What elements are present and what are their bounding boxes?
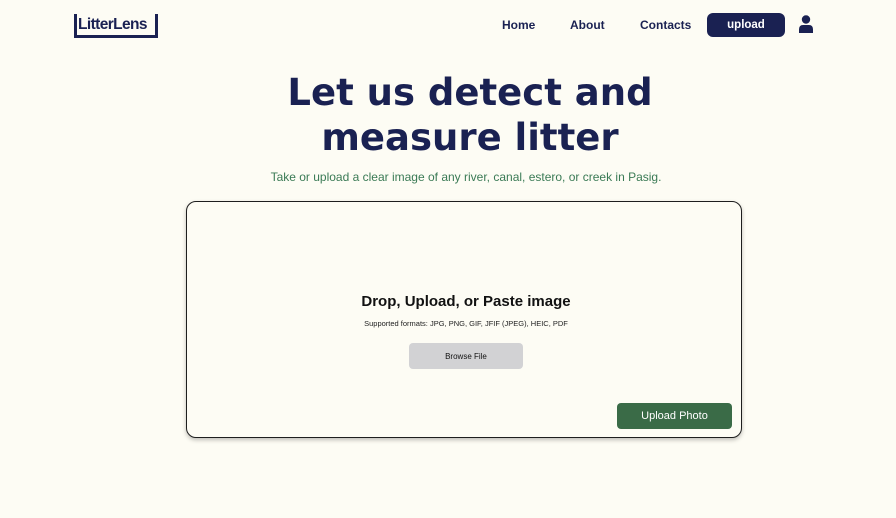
user-icon[interactable] [798, 15, 814, 33]
hero-title: Let us detect and measure litter [0, 70, 896, 160]
logo[interactable]: LitterLens [74, 14, 158, 38]
hero-title-line-2: measure litter [321, 116, 619, 159]
upload-drop-zone[interactable]: Drop, Upload, or Paste image Supported f… [186, 201, 742, 438]
nav-upload-button[interactable]: upload [707, 13, 785, 37]
browse-file-button[interactable]: Browse File [409, 343, 523, 369]
nav-contacts-link[interactable]: Contacts [640, 18, 691, 32]
hero-title-line-1: Let us detect and [287, 71, 653, 114]
logo-text: LitterLens [78, 16, 148, 33]
upload-photo-button[interactable]: Upload Photo [617, 403, 732, 429]
supported-formats-text: Supported formats: JPG, PNG, GIF, JFIF (… [364, 319, 568, 328]
nav-home-link[interactable]: Home [502, 18, 535, 32]
page: LitterLens Home About Contacts upload Le… [0, 0, 896, 518]
hero-subtitle: Take or upload a clear image of any rive… [270, 170, 662, 184]
drop-title: Drop, Upload, or Paste image [361, 293, 571, 310]
nav-about-link[interactable]: About [570, 18, 605, 32]
